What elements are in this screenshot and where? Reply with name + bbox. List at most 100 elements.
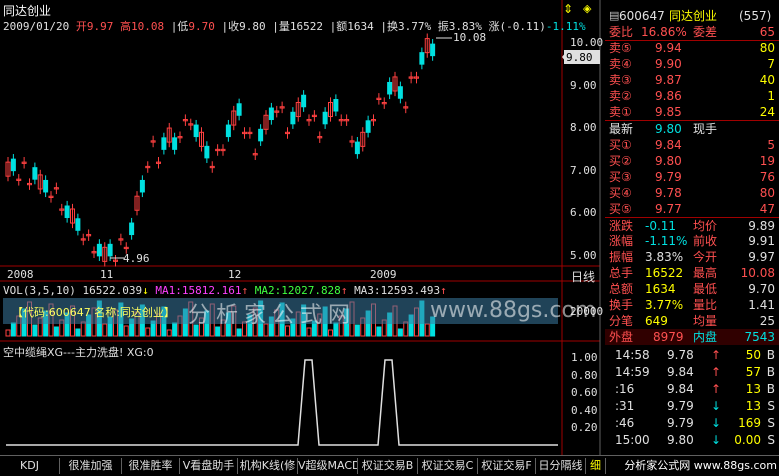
indicator-title: 空中缆绳XG---主力洗盘! XG:0 <box>3 346 154 359</box>
indicator-tab[interactable]: 日分隔线 <box>536 458 586 474</box>
stock-num: (557) <box>739 9 772 23</box>
high-annotation: 10.08 <box>453 31 487 44</box>
indicator-tab[interactable]: 权证交易F <box>478 458 536 474</box>
high-value: 10.08 <box>130 20 165 33</box>
sell-row: 卖④ 9.90 7 <box>609 57 775 71</box>
indicator-tab[interactable]: V看盘助手 <box>180 458 238 474</box>
zoom-icon[interactable]: ⇕ <box>563 2 573 16</box>
stat-row: 分笔 649 均量 25 <box>609 314 775 328</box>
price-axis-label: 9.00 <box>570 78 597 92</box>
candle-body <box>204 145 210 159</box>
chart-area[interactable] <box>0 0 605 455</box>
settings-icon[interactable]: ◈ <box>583 2 591 15</box>
indicator-tab[interactable]: 很准加强 <box>60 458 122 474</box>
indicator-tab-bar: KDJ 很准加强 很准胜率 V看盘助手 机构K线(修 V超级MACD 权证交易B 权证交易C 权… <box>0 455 779 476</box>
indicator-tab[interactable]: 细 <box>586 458 606 474</box>
sell-row: 卖② 9.86 1 <box>609 89 775 103</box>
candle-body <box>322 111 328 125</box>
buy-row: 买④ 9.78 80 <box>609 186 775 200</box>
watermark-url: www.88gs.com <box>430 298 597 323</box>
date-label: 11 <box>100 268 114 281</box>
stat-row: 换手 3.77% 量比 1.41 <box>609 298 775 312</box>
candle-body <box>161 137 167 150</box>
candle-body <box>96 243 102 257</box>
volume-bar <box>376 326 382 337</box>
volume-bar <box>236 328 242 337</box>
close-value: 9.80 <box>239 20 266 33</box>
date-label: 12 <box>228 268 242 281</box>
indicator-series <box>6 359 558 446</box>
buy-row: 买⑤ 9.77 47 <box>609 202 775 216</box>
sell-row: 卖① 9.85 24 <box>609 105 775 119</box>
sell-row: 卖③ 9.87 40 <box>609 73 775 87</box>
stat-row: 涨跌 -0.11 均价 9.89 <box>605 217 779 234</box>
watermark-text: 分析家公式网 <box>188 303 357 328</box>
candle-body <box>172 137 178 150</box>
volume-bar <box>53 326 59 337</box>
indicator-axis-label: 1.00 <box>571 351 598 364</box>
candle-body <box>107 243 113 257</box>
candle-body <box>258 128 264 142</box>
buy-row: 买③ 9.79 76 <box>609 170 775 184</box>
tick-row: :46 9.79 ↓ 169 S <box>615 416 775 430</box>
xg-line <box>6 359 558 446</box>
stat-row: 涨幅 -1.11% 前收 9.91 <box>609 234 775 248</box>
indicator-axis-label: 0.60 <box>571 386 598 399</box>
volume-bar <box>102 323 108 337</box>
candle-body <box>225 124 231 138</box>
indicator-tab[interactable]: 很准胜率 <box>122 458 180 474</box>
stock-code: 600647 <box>619 9 665 23</box>
latest-row: 最新 9.80 现手 <box>605 120 779 137</box>
price-axis-label: 10.00 <box>570 36 604 49</box>
weibi-row: 委比 16.86% 委差 65 <box>605 24 779 41</box>
stat-row: 总额 1634 最低 9.70 <box>609 282 775 296</box>
candle-body <box>268 107 274 121</box>
candle-body <box>365 120 371 133</box>
info-overlay-text: 【代码:600647 名称:同达创业】 <box>12 306 175 319</box>
volume-bar <box>32 324 38 337</box>
date-label: 2009 <box>370 268 397 281</box>
indicator-tab[interactable]: V超级MACD <box>298 458 358 474</box>
candle-body <box>290 111 296 125</box>
volume-bar <box>397 328 403 337</box>
volume-bar <box>5 329 11 337</box>
indicator-axis-label: 0.40 <box>571 403 598 417</box>
candle-body <box>430 43 436 57</box>
indicator-tab[interactable]: 权证交易C <box>418 458 478 474</box>
indicator-tab[interactable]: 权证交易B <box>358 458 418 474</box>
tick-row: 14:58 9.78 ↑ 50 B <box>615 348 775 362</box>
sell-row: 卖⑤ 9.94 80 <box>609 41 775 55</box>
candle-body <box>10 158 16 172</box>
stat-row: 振幅 3.83% 今开 9.97 <box>609 250 775 264</box>
quote-panel: ▤ 600647 同达创业 (557) 委比 16.86% 委差 65 卖⑤ 9.… <box>605 0 779 455</box>
tick-row: 14:59 9.84 ↑ 57 B <box>615 365 775 379</box>
volume-bar <box>10 322 16 337</box>
volume-bar <box>403 321 409 337</box>
volume-bar <box>75 328 81 337</box>
header-icon: ▤ <box>609 9 620 22</box>
footer-watermark: 分析家公式网 www.88gs.com <box>624 458 777 474</box>
volume-bar <box>172 322 178 337</box>
indicator-axis-label: 0.20 <box>571 421 598 434</box>
vol-value: 16522 <box>289 20 323 33</box>
price-axis-label: 7.00 <box>570 163 597 177</box>
period-label[interactable]: 日线 <box>571 268 595 285</box>
low-value: 9.70 <box>188 20 215 33</box>
change-value: (-0.11) <box>499 20 546 33</box>
date-label: 2008 <box>7 268 34 281</box>
stock-name: 同达创业 <box>669 9 718 23</box>
candle-body <box>333 99 339 112</box>
indicator-tab[interactable]: 机构K线(修 <box>238 458 298 474</box>
quote-header: ▤ 600647 同达创业 (557) <box>605 8 779 24</box>
bar-date: 2009/01/20 <box>3 20 70 33</box>
candle-body <box>193 124 199 138</box>
buy-row: 买① 9.84 5 <box>609 138 775 152</box>
candle-body <box>419 52 425 65</box>
change-pct: -1.11% <box>545 20 586 33</box>
indicator-tab[interactable]: KDJ <box>0 458 60 474</box>
candle-body <box>139 179 145 193</box>
candle-body <box>397 86 403 99</box>
volume-bar <box>328 329 333 337</box>
candle-body <box>354 141 360 155</box>
price-axis-label: 8.00 <box>570 121 597 135</box>
